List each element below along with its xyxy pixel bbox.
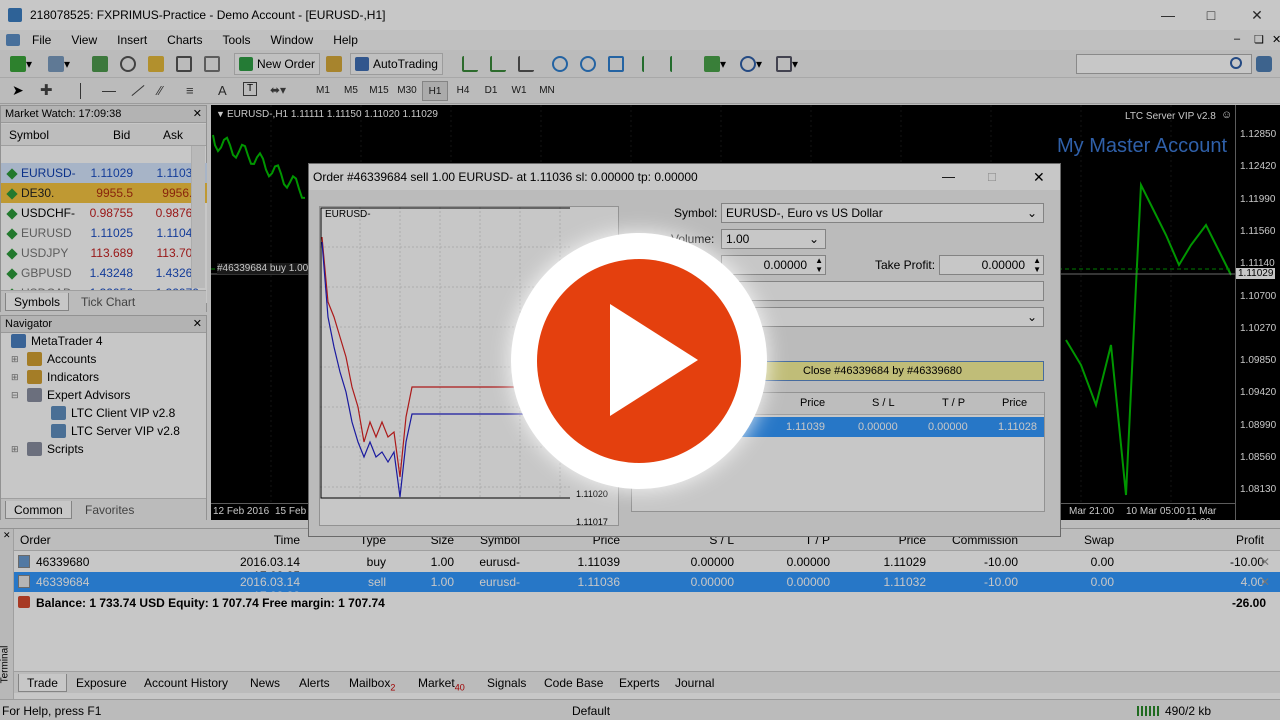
play-icon: [610, 304, 698, 416]
